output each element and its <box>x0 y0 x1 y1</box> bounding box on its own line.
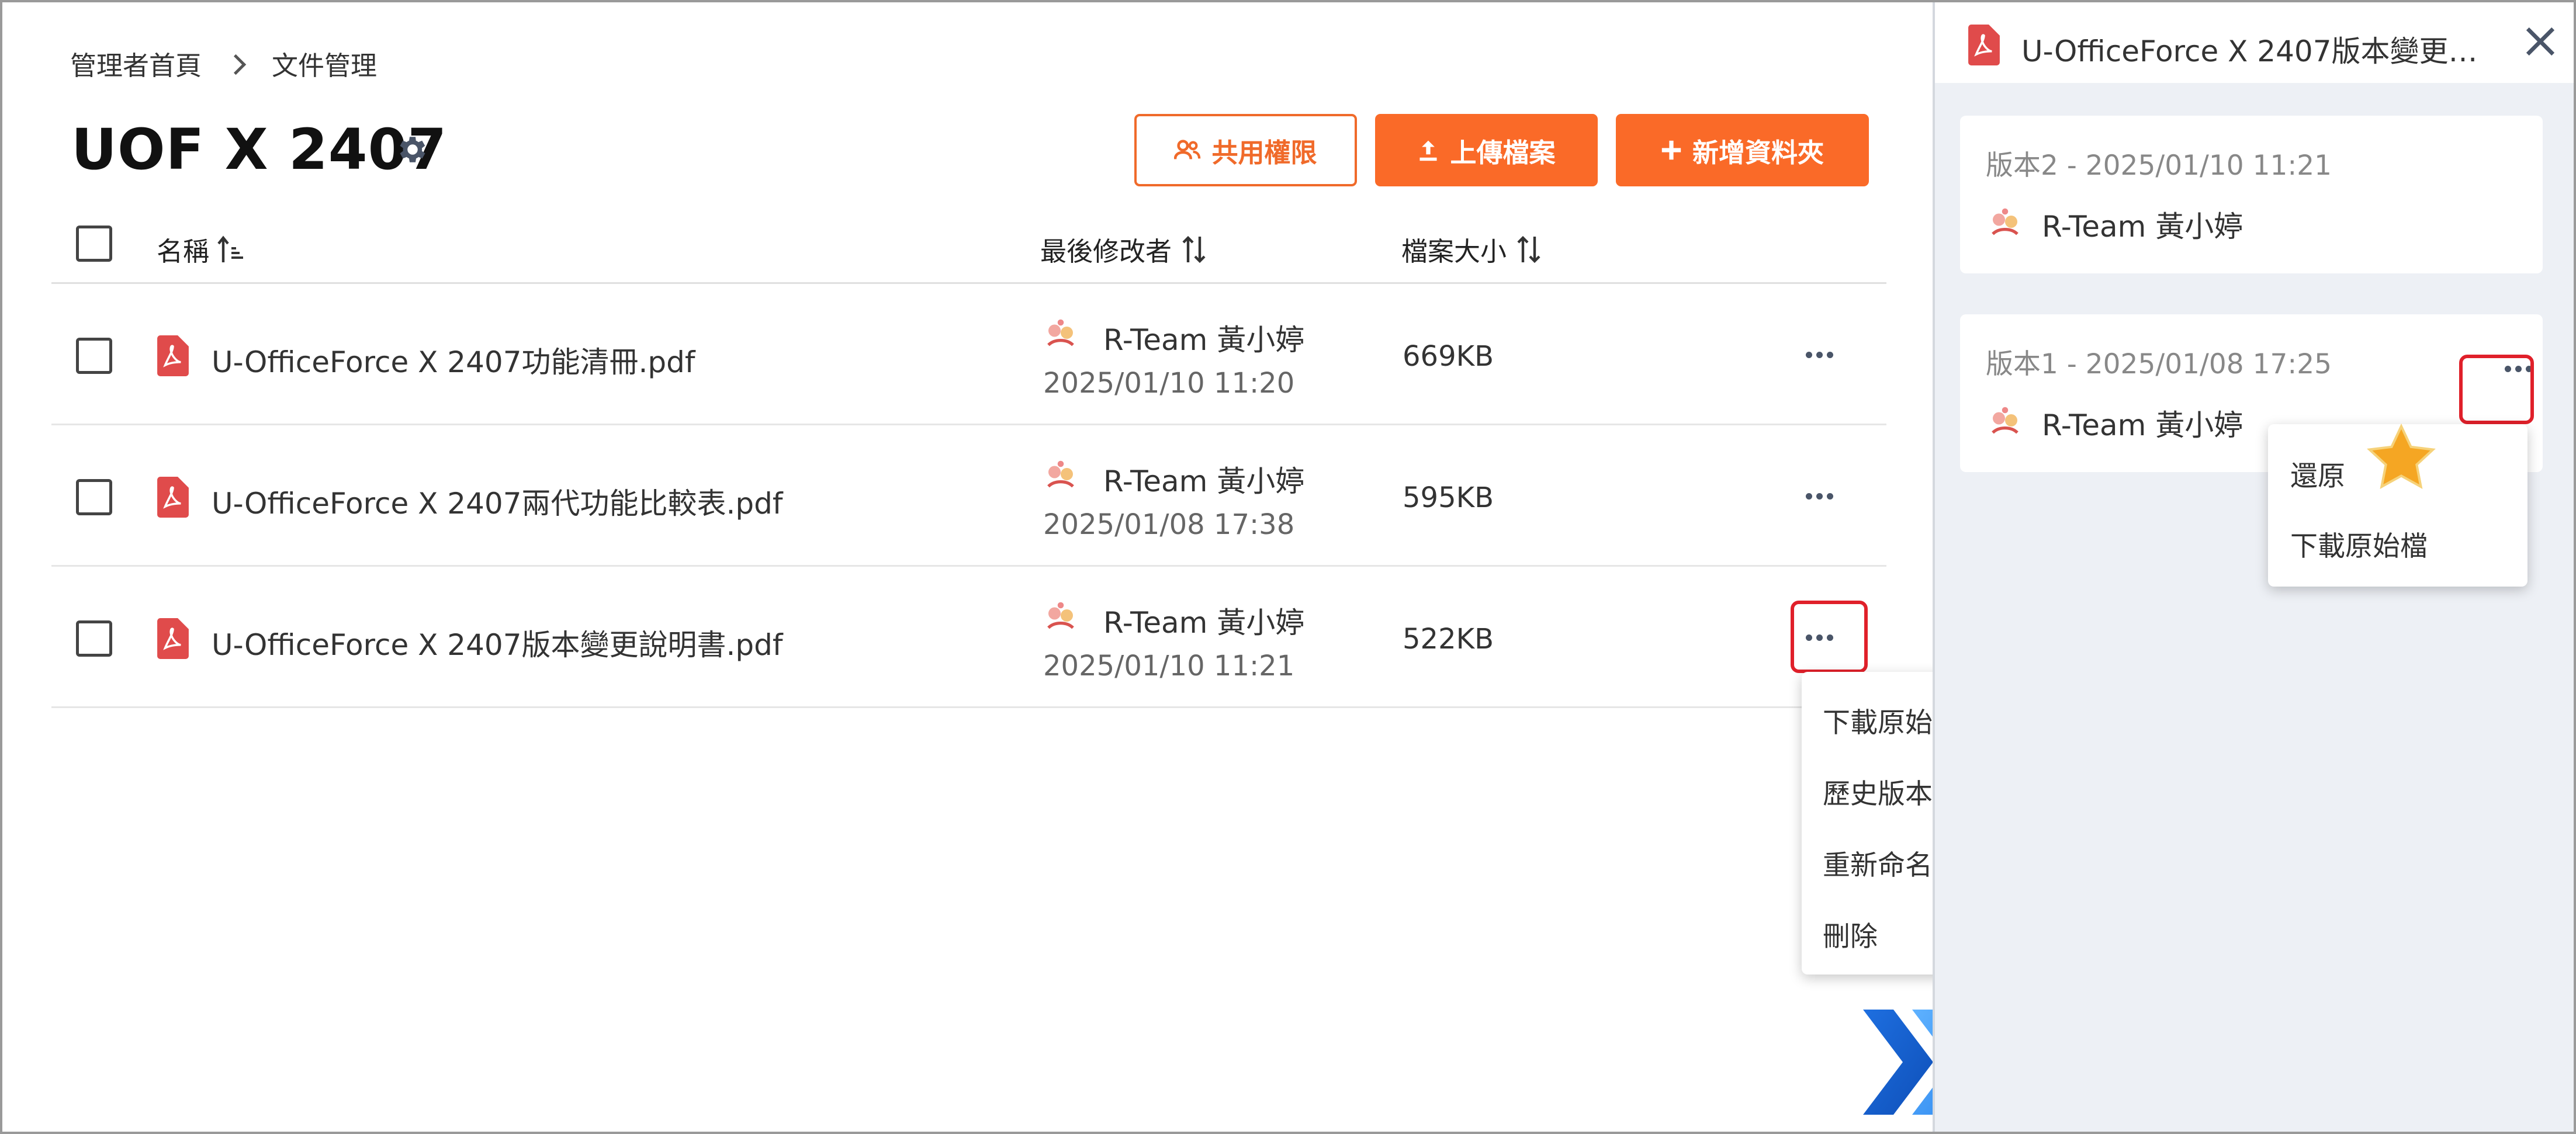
file-size: 595KB <box>1403 481 1494 514</box>
file-size: 522KB <box>1403 623 1494 656</box>
new-folder-button[interactable]: 新增資料夾 <box>1616 114 1869 186</box>
column-name[interactable]: 名稱 <box>157 230 247 268</box>
panel-header: U-OfficeForce X 2407版本變更說... <box>1935 2 2574 83</box>
more-button-highlight <box>1791 601 1868 673</box>
file-name[interactable]: U-OfficeForce X 2407兩代功能比較表.pdf <box>212 480 783 522</box>
share-permission-button[interactable]: 共用權限 <box>1134 114 1357 186</box>
gear-icon[interactable] <box>395 132 430 167</box>
pdf-icon <box>1968 25 2000 65</box>
menu-item-restore[interactable]: 還原 <box>2290 453 2345 494</box>
more-button-highlight <box>2459 355 2534 424</box>
pdf-icon <box>157 335 189 376</box>
upload-icon <box>1419 140 1438 161</box>
column-modified-by[interactable]: 最後修改者 <box>1040 230 1209 268</box>
sort-icon[interactable] <box>1514 234 1544 265</box>
version-author: R-Team 黃小婷 <box>2042 408 2243 442</box>
table-header: 名稱 最後修改者 檔案大小 <box>51 219 1886 284</box>
column-name-label: 名稱 <box>157 236 210 267</box>
chevron-right-icon <box>226 53 247 74</box>
breadcrumb: 管理者首頁 文件管理 <box>70 44 377 82</box>
star-icon <box>2367 423 2436 490</box>
avatar <box>1040 314 1081 355</box>
version-card[interactable]: 版本2 - 2025/01/10 11:21 R-Team 黃小婷 <box>1960 116 2543 273</box>
table-row[interactable]: U-OfficeForce X 2407功能清冊.pdf R-Team 黃小婷 … <box>51 284 1886 425</box>
sort-asc-icon[interactable] <box>216 234 247 265</box>
version-title: 版本2 - 2025/01/10 11:21 <box>1986 150 2332 182</box>
modified-date: 2025/01/10 11:20 <box>1043 367 1295 400</box>
avatar <box>1040 597 1081 638</box>
table-row[interactable]: U-OfficeForce X 2407版本變更說明書.pdf R-Team 黃… <box>51 567 1886 708</box>
row-checkbox[interactable] <box>76 338 112 374</box>
upload-file-button[interactable]: 上傳檔案 <box>1375 114 1598 186</box>
version-author: R-Team 黃小婷 <box>2042 210 2243 244</box>
row-checkbox[interactable] <box>76 620 112 657</box>
breadcrumb-current: 文件管理 <box>272 50 378 81</box>
menu-item-delete[interactable]: 刪除 <box>1823 914 1878 954</box>
avatar <box>1040 456 1081 497</box>
modified-by: R-Team 黃小婷 <box>1103 464 1305 498</box>
more-icon[interactable] <box>1793 481 1846 511</box>
file-size: 669KB <box>1403 340 1494 373</box>
column-modified-by-label: 最後修改者 <box>1040 236 1172 267</box>
avatar <box>1985 402 2026 443</box>
plus-icon <box>1661 140 1681 160</box>
row-checkbox[interactable] <box>76 479 112 515</box>
menu-item-rename[interactable]: 重新命名 <box>1823 842 1933 883</box>
column-size[interactable]: 檔案大小 <box>1401 230 1544 268</box>
version-title: 版本1 - 2025/01/08 17:25 <box>1986 348 2332 380</box>
modified-date: 2025/01/08 17:38 <box>1043 508 1295 541</box>
column-size-label: 檔案大小 <box>1401 236 1507 267</box>
users-icon <box>1174 140 1201 159</box>
panel-title: U-OfficeForce X 2407版本變更說... <box>2021 34 2501 68</box>
breadcrumb-home[interactable]: 管理者首頁 <box>70 44 202 82</box>
version-history-panel: U-OfficeForce X 2407版本變更說... 版本2 - 2025/… <box>1933 2 2574 1132</box>
sort-icon[interactable] <box>1179 234 1209 265</box>
menu-item-download[interactable]: 下載原始檔 <box>2290 523 2428 564</box>
new-folder-label: 新增資料夾 <box>1692 137 1824 168</box>
file-name[interactable]: U-OfficeForce X 2407功能清冊.pdf <box>212 339 695 381</box>
modified-by: R-Team 黃小婷 <box>1103 323 1305 357</box>
pdf-icon <box>157 618 189 659</box>
share-permission-label: 共用權限 <box>1211 137 1317 168</box>
close-icon[interactable] <box>2522 23 2558 60</box>
avatar <box>1985 203 2026 244</box>
modified-by: R-Team 黃小婷 <box>1103 606 1305 640</box>
pdf-icon <box>157 477 189 518</box>
upload-file-label: 上傳檔案 <box>1450 137 1556 168</box>
select-all-checkbox[interactable] <box>76 226 112 262</box>
modified-date: 2025/01/10 11:21 <box>1043 650 1295 682</box>
file-name[interactable]: U-OfficeForce X 2407版本變更說明書.pdf <box>212 622 783 664</box>
file-manager-main: 管理者首頁 文件管理 UOF X 2407 共用權限 上傳檔案 新增資料夾 名稱 <box>2 2 2061 1132</box>
menu-item-history[interactable]: 歷史版本 <box>1823 771 1933 812</box>
page-title: UOF X 2407 <box>71 117 448 182</box>
more-icon[interactable] <box>1793 340 1846 369</box>
table-row[interactable]: U-OfficeForce X 2407兩代功能比較表.pdf R-Team 黃… <box>51 425 1886 567</box>
